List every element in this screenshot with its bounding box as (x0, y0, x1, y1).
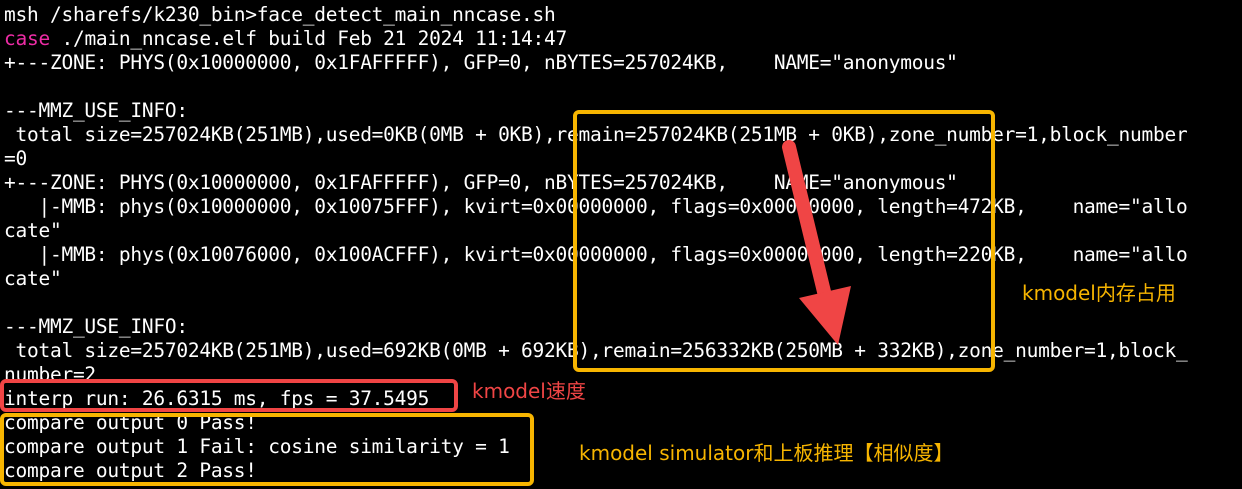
speed-highlight-box (0, 379, 458, 412)
total-size-line-1-wrap: =0 (4, 147, 27, 170)
build-info-text: ./main_nncase.elf build Feb 21 2024 11:1… (49, 27, 568, 50)
mmb-line-2-wrap: cate" (4, 267, 62, 290)
speed-label: kmodel速度 (472, 379, 586, 403)
similarity-label: kmodel simulator和上板推理【相似度】 (579, 441, 954, 465)
command-line: msh /sharefs/k230_bin>face_detect_main_n… (4, 3, 556, 26)
mmz-use-info-header-1: ---MMZ_USE_INFO: (4, 99, 188, 122)
mmz-use-info-header-2: ---MMZ_USE_INFO: (4, 315, 188, 338)
build-info-line: case ./main_nncase.elf build Feb 21 2024… (4, 27, 567, 51)
zone-line-1: +---ZONE: PHYS(0x10000000, 0x1FAFFFFF), … (4, 51, 958, 74)
memory-usage-label: kmodel内存占用 (1022, 281, 1176, 305)
similarity-highlight-box (0, 413, 534, 486)
memory-highlight-box (573, 110, 995, 372)
case-keyword: case (4, 27, 50, 50)
mmb-line-1-wrap: cate" (4, 219, 62, 242)
